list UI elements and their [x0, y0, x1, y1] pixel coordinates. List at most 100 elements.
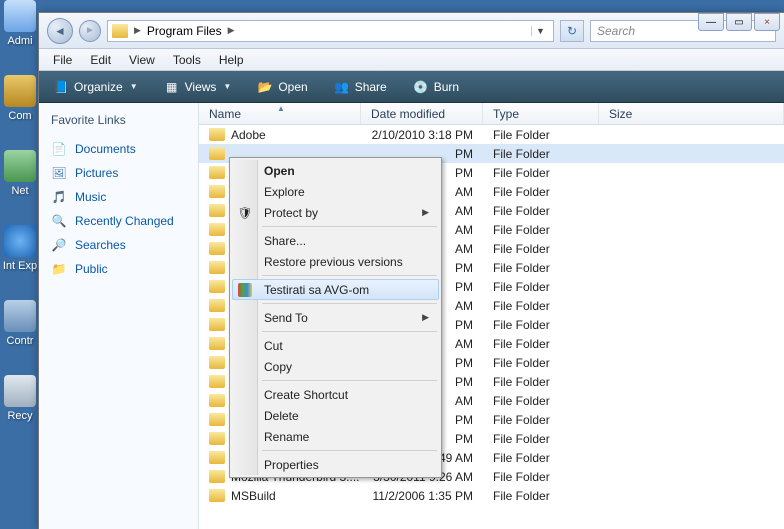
ctx-open[interactable]: Open	[232, 160, 439, 181]
folder-icon	[209, 318, 225, 331]
folder-icon	[209, 147, 225, 160]
desktop-icons: Admi Com Net Int Exp Contr Recy	[2, 0, 38, 450]
share-icon: 👥	[334, 79, 350, 95]
refresh-button[interactable]: ↻	[560, 20, 584, 42]
menu-file[interactable]: File	[45, 51, 80, 69]
folder-icon	[209, 413, 225, 426]
menu-bar: File Edit View Tools Help	[39, 49, 784, 71]
breadcrumb-segment[interactable]: Program Files	[147, 24, 222, 38]
sidebar-item-documents[interactable]: 📄Documents	[51, 137, 186, 161]
menu-edit[interactable]: Edit	[82, 51, 119, 69]
folder-icon	[209, 375, 225, 388]
ctx-avg-test[interactable]: Testirati sa AVG-om	[232, 279, 439, 300]
folder-icon	[209, 489, 225, 502]
chevron-down-icon: ▼	[130, 82, 138, 91]
pictures-icon: 🖼	[51, 165, 67, 181]
chevron-right-icon: ▶	[422, 312, 429, 323]
ctx-explore[interactable]: Explore	[232, 181, 439, 202]
menu-view[interactable]: View	[121, 51, 163, 69]
folder-icon	[209, 204, 225, 217]
desktop-icon[interactable]: Contr	[2, 300, 38, 347]
views-icon: ▦	[164, 79, 180, 95]
navigation-bar: ◄ ► ▶ Program Files ▶ ▼ ↻ Search	[39, 13, 784, 49]
column-headers: ▲ Name Date modified Type Size	[199, 103, 784, 125]
sidebar-item-pictures[interactable]: 🖼Pictures	[51, 161, 186, 185]
close-button[interactable]: ×	[754, 13, 780, 31]
desktop-icon[interactable]: Int Exp	[2, 225, 38, 272]
organize-button[interactable]: 📘 Organize ▼	[45, 76, 146, 98]
ctx-delete[interactable]: Delete	[232, 405, 439, 426]
chevron-right-icon: ▶	[422, 207, 429, 218]
public-icon: 📁	[51, 261, 67, 277]
ctx-restore[interactable]: Restore previous versions	[232, 251, 439, 272]
context-menu: Open Explore 🛡 Protect by ▶ Share... Res…	[229, 157, 442, 478]
separator	[262, 275, 437, 276]
folder-icon	[209, 280, 225, 293]
address-bar[interactable]: ▶ Program Files ▶ ▼	[107, 20, 554, 42]
sidebar: Favorite Links 📄Documents 🖼Pictures 🎵Mus…	[39, 103, 199, 529]
folder-icon	[209, 356, 225, 369]
separator	[262, 380, 437, 381]
sidebar-item-music[interactable]: 🎵Music	[51, 185, 186, 209]
folder-icon	[209, 299, 225, 312]
back-button[interactable]: ◄	[47, 18, 73, 44]
forward-button[interactable]: ►	[79, 20, 101, 42]
ctx-sendto[interactable]: Send To ▶	[232, 307, 439, 328]
ctx-protect[interactable]: 🛡 Protect by ▶	[232, 202, 439, 223]
column-date[interactable]: Date modified	[361, 103, 483, 124]
table-row[interactable]: MSBuild11/2/2006 1:35 PMFile Folder	[199, 486, 784, 505]
ctx-shortcut[interactable]: Create Shortcut	[232, 384, 439, 405]
arrow-left-icon: ◄	[54, 24, 66, 38]
command-bar: 📘 Organize ▼ ▦ Views ▼ 📂 Open 👥 Share 💿 …	[39, 71, 784, 103]
share-button[interactable]: 👥 Share	[326, 76, 395, 98]
shield-icon: 🛡	[237, 205, 253, 221]
open-button[interactable]: 📂 Open	[249, 76, 315, 98]
sidebar-title: Favorite Links	[51, 113, 186, 127]
ctx-copy[interactable]: Copy	[232, 356, 439, 377]
views-button[interactable]: ▦ Views ▼	[156, 76, 240, 98]
open-icon: 📂	[257, 79, 273, 95]
table-row[interactable]: Adobe2/10/2010 3:18 PMFile Folder	[199, 125, 784, 144]
desktop-icon[interactable]: Com	[2, 75, 38, 122]
folder-icon	[209, 223, 225, 236]
burn-icon: 💿	[413, 79, 429, 95]
chevron-down-icon: ▼	[223, 82, 231, 91]
recent-icon: 🔍	[51, 213, 67, 229]
refresh-icon: ↻	[567, 24, 577, 38]
separator	[262, 303, 437, 304]
menu-help[interactable]: Help	[211, 51, 252, 69]
ctx-properties[interactable]: Properties	[232, 454, 439, 475]
chevron-right-icon: ▶	[228, 25, 235, 36]
folder-icon	[209, 337, 225, 350]
search-icon: 🔎	[51, 237, 67, 253]
desktop-icon[interactable]: Net	[2, 150, 38, 197]
ctx-rename[interactable]: Rename	[232, 426, 439, 447]
column-size[interactable]: Size	[599, 103, 784, 124]
ctx-share[interactable]: Share...	[232, 230, 439, 251]
folder-icon	[209, 128, 225, 141]
minimize-button[interactable]: —	[698, 13, 724, 31]
documents-icon: 📄	[51, 141, 67, 157]
desktop-icon[interactable]: Admi	[2, 0, 38, 47]
sidebar-item-recent[interactable]: 🔍Recently Changed	[51, 209, 186, 233]
folder-icon	[209, 261, 225, 274]
column-type[interactable]: Type	[483, 103, 599, 124]
separator	[262, 450, 437, 451]
menu-tools[interactable]: Tools	[165, 51, 209, 69]
folder-icon	[209, 242, 225, 255]
arrow-right-icon: ►	[85, 25, 95, 36]
sidebar-item-searches[interactable]: 🔎Searches	[51, 233, 186, 257]
sidebar-item-public[interactable]: 📁Public	[51, 257, 186, 281]
folder-icon	[209, 451, 225, 464]
avg-icon	[238, 283, 252, 297]
separator	[262, 331, 437, 332]
maximize-button[interactable]: ▭	[726, 13, 752, 31]
address-dropdown[interactable]: ▼	[531, 26, 549, 36]
separator	[262, 226, 437, 227]
window-controls: — ▭ ×	[698, 13, 780, 31]
music-icon: 🎵	[51, 189, 67, 205]
ctx-cut[interactable]: Cut	[232, 335, 439, 356]
burn-button[interactable]: 💿 Burn	[405, 76, 467, 98]
folder-icon	[209, 394, 225, 407]
desktop-icon[interactable]: Recy	[2, 375, 38, 422]
